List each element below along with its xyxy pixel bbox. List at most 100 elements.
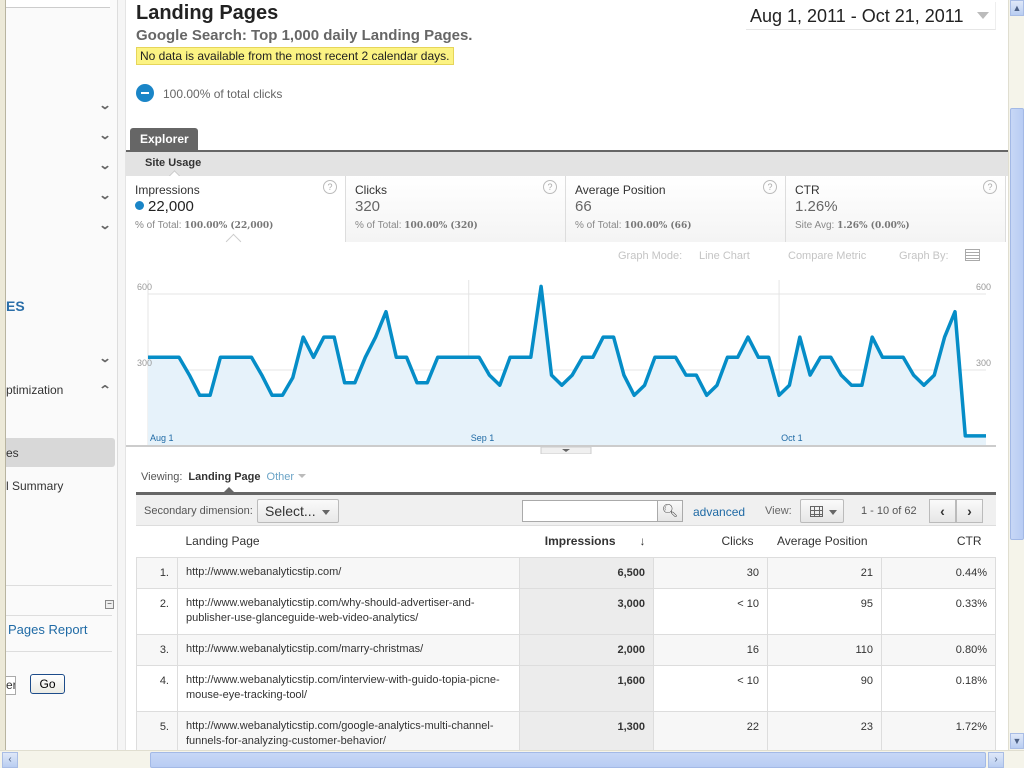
horizontal-scroll-thumb[interactable] (150, 752, 986, 768)
metric-average-position[interactable]: Average Position 66 % of Total: 100.00% … (566, 176, 786, 242)
go-button[interactable]: Go (30, 674, 65, 694)
data-point (198, 393, 202, 397)
data-point (746, 335, 750, 339)
scroll-up-button[interactable]: ▲ (1010, 0, 1024, 16)
chevron-down-icon[interactable]: ⌄ (98, 218, 111, 232)
vertical-scrollbar[interactable]: ▲ ▼ (1008, 0, 1024, 750)
divider (6, 615, 112, 616)
ctr-cell: 0.18% (881, 664, 996, 712)
tab-site-usage[interactable]: Site Usage (145, 157, 201, 169)
data-point (570, 373, 574, 377)
column-header-landing-page[interactable]: Landing Page (177, 526, 520, 558)
table-search-input[interactable] (522, 500, 658, 522)
secondary-dimension-label: Secondary dimension: (144, 505, 253, 517)
data-point (343, 381, 347, 385)
metric-ctr[interactable]: CTR 1.26% Site Avg: 1.26% (0.00%) ? (786, 176, 1006, 242)
data-point (881, 355, 885, 359)
pages-report-link[interactable]: Pages Report (8, 622, 88, 637)
data-point (550, 373, 554, 377)
graph-controls: Graph Mode: Line Chart Compare Metric Gr… (126, 248, 996, 264)
sidebar-item-optimization[interactable]: ptimization (6, 383, 63, 397)
sidebar-text-input[interactable]: er (6, 676, 16, 695)
data-point (632, 393, 636, 397)
primary-dimension-tab[interactable]: Landing Page (188, 471, 260, 483)
date-range-picker[interactable]: Aug 1, 2011 - Oct 21, 2011 (746, 2, 996, 30)
sidebar-search-box[interactable] (6, 0, 110, 8)
column-header-impressions[interactable]: Impressions ↓ (519, 526, 654, 558)
landing-page-url[interactable]: http://www.webanalyticstip.com/ (177, 556, 520, 589)
table-row[interactable]: 5. http://www.webanalyticstip.com/google… (136, 710, 996, 750)
help-icon[interactable]: ? (543, 180, 557, 194)
data-point (229, 355, 233, 359)
data-point (384, 310, 388, 314)
other-dimension-dropdown[interactable]: Other (267, 471, 307, 483)
graph-mode-select[interactable]: Line Chart (699, 250, 750, 262)
metric-clicks[interactable]: Clicks 320 % of Total: 100.00% (320) ? (346, 176, 566, 242)
chevron-down-icon[interactable]: ⌄ (98, 188, 111, 202)
help-icon[interactable]: ? (983, 180, 997, 194)
data-point (467, 355, 471, 359)
x-tick-label: Aug 1 (150, 433, 174, 443)
collapse-icon[interactable]: − (105, 600, 114, 609)
chevron-up-icon[interactable]: ⌃ (98, 383, 111, 397)
data-notice: No data is available from the most recen… (136, 47, 454, 65)
chevron-down-icon[interactable]: ⌄ (98, 128, 111, 142)
secondary-dimension-select[interactable]: Select... (257, 499, 339, 523)
chevron-down-icon[interactable]: ⌄ (98, 98, 111, 112)
data-point (208, 393, 212, 397)
next-page-button[interactable]: › (956, 499, 983, 523)
data-point (518, 355, 522, 359)
vertical-scroll-thumb[interactable] (1010, 108, 1024, 540)
metric-impressions[interactable]: Impressions 22,000 % of Total: 100.00% (… (126, 176, 346, 242)
table-row[interactable]: 1. http://www.webanalyticstip.com/ 6,500… (136, 556, 996, 589)
chevron-down-icon[interactable]: ⌄ (98, 351, 111, 365)
clicks-cell: < 10 (653, 664, 768, 712)
data-point (529, 355, 533, 359)
data-point (591, 355, 595, 359)
graph-by-icon[interactable] (965, 249, 980, 261)
help-icon[interactable]: ? (323, 180, 337, 194)
data-point (643, 383, 647, 387)
help-icon[interactable]: ? (763, 180, 777, 194)
landing-page-url[interactable]: http://www.webanalyticstip.com/why-shoul… (177, 587, 520, 635)
data-point (829, 355, 833, 359)
sidebar-item-summary[interactable]: l Summary (6, 479, 63, 493)
chevron-down-icon[interactable]: ⌄ (98, 158, 111, 172)
landing-page-url[interactable]: http://www.webanalyticstip.com/marry-chr… (177, 633, 520, 666)
scroll-left-button[interactable]: ‹ (2, 752, 18, 768)
search-button[interactable]: 🔍︎ (657, 500, 683, 522)
metric-footer: % of Total: 100.00% (66) (575, 220, 692, 231)
column-header-clicks[interactable]: Clicks (653, 526, 768, 558)
scroll-down-button[interactable]: ▼ (1010, 733, 1024, 749)
table-row[interactable]: 2. http://www.webanalyticstip.com/why-sh… (136, 587, 996, 635)
metric-footer: Site Avg: 1.26% (0.00%) (795, 220, 910, 231)
column-header-average-position[interactable]: Average Position (767, 526, 882, 558)
row-number: 2. (136, 587, 178, 635)
landing-page-url[interactable]: http://www.webanalyticstip.com/interview… (177, 664, 520, 712)
avg-position-cell: 23 (767, 710, 882, 750)
avg-position-cell: 90 (767, 664, 882, 712)
prev-page-button[interactable]: ‹ (929, 499, 956, 523)
scroll-right-button[interactable]: › (988, 752, 1004, 768)
compare-metric-select[interactable]: Compare Metric (788, 250, 866, 262)
table-row[interactable]: 4. http://www.webanalyticstip.com/interv… (136, 664, 996, 712)
advanced-filter-link[interactable]: advanced (693, 505, 745, 519)
landing-page-url[interactable]: http://www.webanalyticstip.com/google-an… (177, 710, 520, 750)
data-point (860, 383, 864, 387)
horizontal-scrollbar[interactable]: ‹ › (0, 750, 1024, 768)
data-point (260, 373, 264, 377)
row-number: 3. (136, 633, 178, 666)
graph-mode-label: Graph Mode: (618, 250, 683, 262)
data-point (250, 355, 254, 359)
table-row[interactable]: 3. http://www.webanalyticstip.com/marry-… (136, 633, 996, 666)
impressions-cell: 3,000 (519, 587, 654, 635)
data-point (943, 335, 947, 339)
column-header-ctr[interactable]: CTR (881, 526, 996, 558)
subtab-bar: Site Usage (126, 150, 1008, 183)
clicks-cell: < 10 (653, 587, 768, 635)
clicks-cell: 16 (653, 633, 768, 666)
data-point (498, 383, 502, 387)
view-selector[interactable] (800, 499, 844, 523)
sidebar-item-selected[interactable]: es (6, 438, 115, 467)
tab-explorer[interactable]: Explorer (130, 128, 198, 150)
